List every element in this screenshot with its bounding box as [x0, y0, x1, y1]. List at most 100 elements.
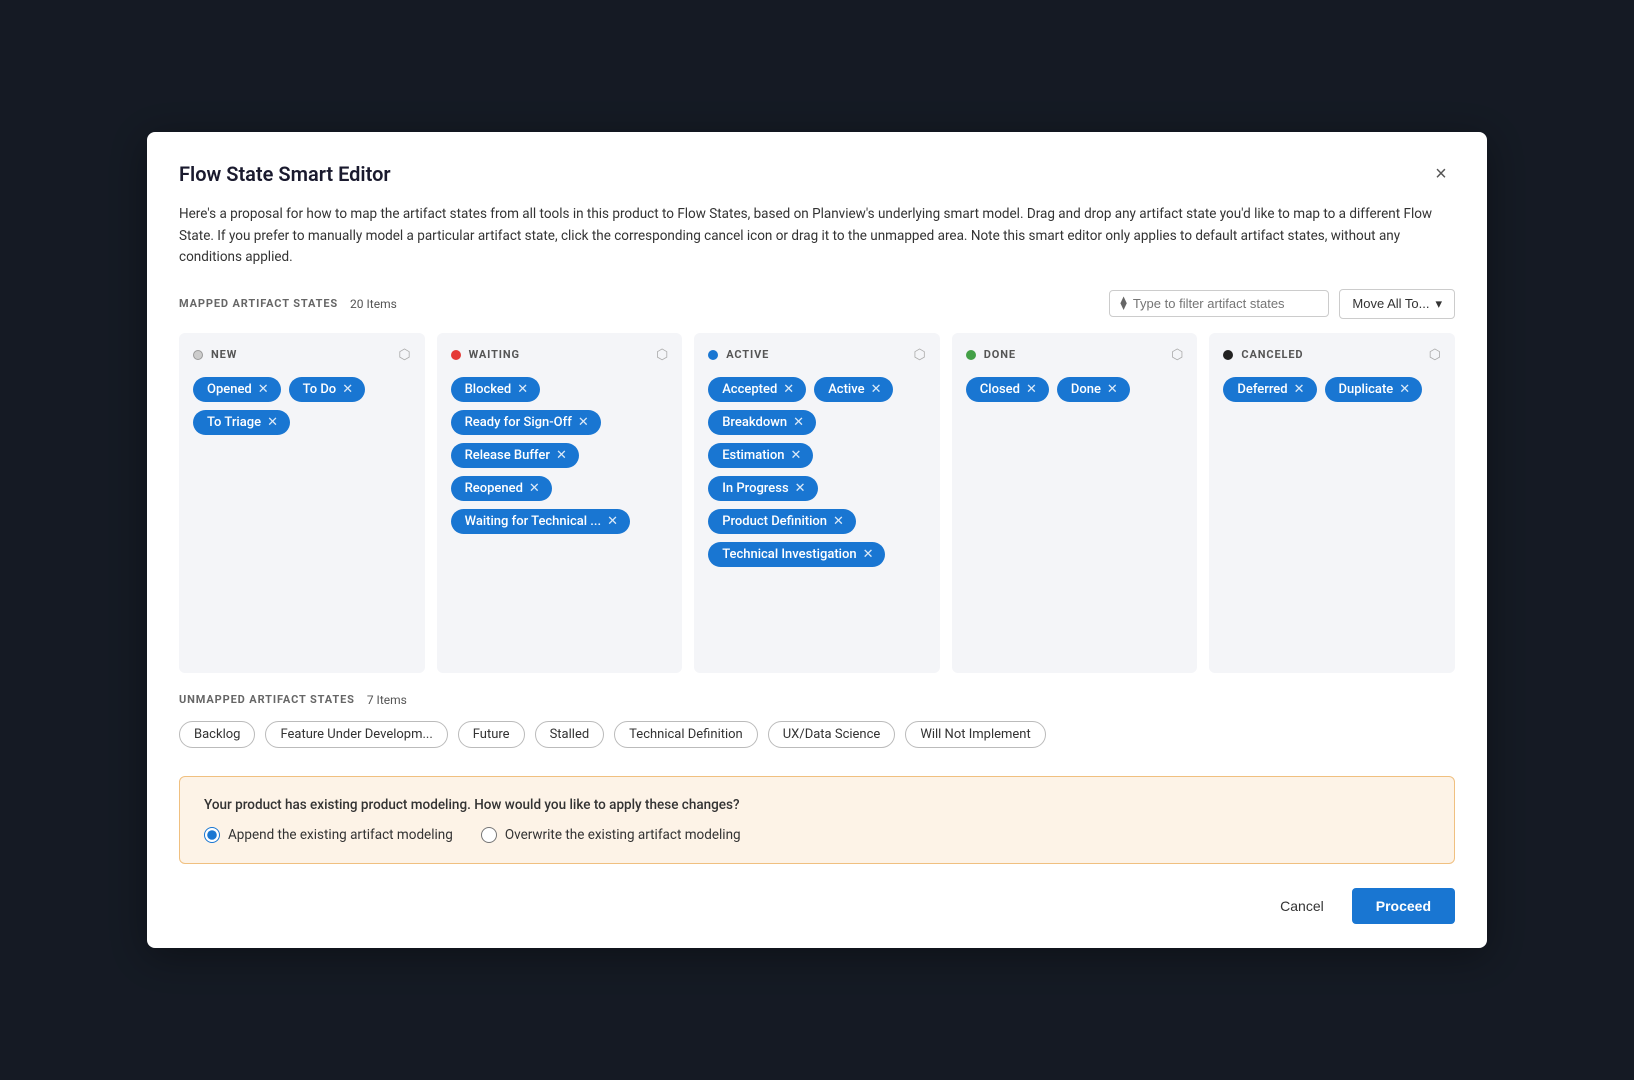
move-all-button[interactable]: Move All To... ▾ — [1339, 289, 1455, 319]
filter-input[interactable] — [1133, 296, 1319, 311]
modal-footer: Cancel Proceed — [179, 888, 1455, 924]
tag-remove-button[interactable]: ✕ — [795, 482, 806, 495]
unmapped-section: UNMAPPED ARTIFACT STATES 7 Items Backlog… — [179, 693, 1455, 748]
column-dot-new — [193, 350, 203, 360]
tag-remove-button[interactable]: ✕ — [863, 548, 874, 561]
column-icon-waiting[interactable]: ⬡ — [656, 347, 668, 363]
radio-option-append[interactable]: Append the existing artifact modeling — [204, 827, 453, 843]
column-header-new: NEW ⬡ — [193, 347, 411, 363]
modal-title: Flow State Smart Editor — [179, 162, 391, 186]
tag-item: Done ✕ — [1057, 377, 1130, 402]
tag-label: Opened — [207, 382, 252, 397]
column-header-canceled: CANCELED ⬡ — [1223, 347, 1441, 363]
unmapped-tags-container: Backlog Feature Under Developm... Future St… — [179, 721, 1455, 748]
unmapped-tag-label: Stalled — [550, 727, 590, 742]
mapped-section-header: MAPPED ARTIFACT STATES 20 Items ⧫ Move A… — [179, 289, 1455, 319]
tag-item: Product Definition ✕ — [708, 509, 856, 534]
mapped-section-count: 20 Items — [350, 297, 397, 311]
column-dot-done — [966, 350, 976, 360]
tag-remove-button[interactable]: ✕ — [1107, 383, 1118, 396]
tag-remove-button[interactable]: ✕ — [783, 383, 794, 396]
unmapped-section-label: UNMAPPED ARTIFACT STATES — [179, 693, 355, 706]
column-active: ACTIVE ⬡ Accepted ✕ Active ✕ Breakdown ✕… — [694, 333, 940, 673]
tag-remove-button[interactable]: ✕ — [267, 416, 278, 429]
notice-box: Your product has existing product modeli… — [179, 776, 1455, 864]
unmapped-tag-label: Feature Under Developm... — [280, 727, 432, 742]
modal-header: Flow State Smart Editor × — [179, 160, 1455, 188]
tag-label: Waiting for Technical ... — [465, 514, 602, 529]
radio-option-overwrite[interactable]: Overwrite the existing artifact modeling — [481, 827, 741, 843]
filter-input-wrapper[interactable]: ⧫ — [1109, 290, 1329, 317]
column-title-canceled: CANCELED — [1241, 348, 1420, 361]
tag-remove-button[interactable]: ✕ — [578, 416, 589, 429]
column-icon-new[interactable]: ⬡ — [398, 347, 410, 363]
modal-description: Here's a proposal for how to map the art… — [179, 204, 1455, 269]
tags-new: Opened ✕ To Do ✕ To Triage ✕ — [193, 377, 411, 435]
tag-remove-button[interactable]: ✕ — [607, 515, 618, 528]
tag-item: Opened ✕ — [193, 377, 281, 402]
tag-label: Estimation — [722, 448, 784, 463]
modal-overlay: Flow State Smart Editor × Here's a propo… — [0, 0, 1634, 1080]
column-dot-canceled — [1223, 350, 1233, 360]
column-icon-done[interactable]: ⬡ — [1171, 347, 1183, 363]
tag-item: To Do ✕ — [289, 377, 365, 402]
tag-remove-button[interactable]: ✕ — [790, 449, 801, 462]
tag-item: Technical Investigation ✕ — [708, 542, 885, 567]
tag-item: In Progress ✕ — [708, 476, 817, 501]
move-all-chevron: ▾ — [1435, 296, 1442, 312]
move-all-label: Move All To... — [1352, 296, 1429, 311]
unmapped-tag-label: Will Not Implement — [920, 727, 1030, 742]
tag-remove-button[interactable]: ✕ — [871, 383, 882, 396]
unmapped-tag-item: Feature Under Developm... — [265, 721, 447, 748]
unmapped-section-count: 7 Items — [367, 693, 407, 707]
tag-label: Closed — [980, 382, 1020, 397]
tag-label: To Triage — [207, 415, 261, 430]
tag-remove-button[interactable]: ✕ — [529, 482, 540, 495]
tag-item: Ready for Sign-Off ✕ — [451, 410, 601, 435]
tag-item: Reopened ✕ — [451, 476, 552, 501]
unmapped-tag-item: Stalled — [535, 721, 605, 748]
column-title-active: ACTIVE — [726, 348, 905, 361]
tag-item: Release Buffer ✕ — [451, 443, 579, 468]
proceed-button[interactable]: Proceed — [1352, 888, 1455, 924]
tag-remove-button[interactable]: ✕ — [258, 383, 269, 396]
column-title-done: DONE — [984, 348, 1163, 361]
notice-text: Your product has existing product modeli… — [204, 797, 1430, 813]
mapped-section-label: MAPPED ARTIFACT STATES — [179, 297, 338, 310]
tag-item: Closed ✕ — [966, 377, 1049, 402]
close-button[interactable]: × — [1427, 160, 1455, 188]
radio-overwrite[interactable] — [481, 827, 497, 843]
unmapped-tag-item: Future — [458, 721, 525, 748]
tag-item: Duplicate ✕ — [1325, 377, 1423, 402]
tag-remove-button[interactable]: ✕ — [793, 416, 804, 429]
column-dot-waiting — [451, 350, 461, 360]
cancel-button[interactable]: Cancel — [1264, 890, 1340, 922]
tag-label: Done — [1071, 382, 1101, 397]
tags-done: Closed ✕ Done ✕ — [966, 377, 1184, 402]
tag-remove-button[interactable]: ✕ — [556, 449, 567, 462]
column-icon-canceled[interactable]: ⬡ — [1429, 347, 1441, 363]
tag-remove-button[interactable]: ✕ — [1294, 383, 1305, 396]
radio-append[interactable] — [204, 827, 220, 843]
tag-remove-button[interactable]: ✕ — [833, 515, 844, 528]
unmapped-tag-item: Will Not Implement — [905, 721, 1045, 748]
radio-append-label: Append the existing artifact modeling — [228, 827, 453, 843]
column-title-new: NEW — [211, 348, 390, 361]
flow-state-editor-modal: Flow State Smart Editor × Here's a propo… — [147, 132, 1487, 948]
columns-container: NEW ⬡ Opened ✕ To Do ✕ To Triage ✕ WAITI… — [179, 333, 1455, 673]
unmapped-tag-item: Backlog — [179, 721, 255, 748]
column-title-waiting: WAITING — [469, 348, 648, 361]
tag-remove-button[interactable]: ✕ — [1026, 383, 1037, 396]
unmapped-tag-label: Backlog — [194, 727, 240, 742]
column-done: DONE ⬡ Closed ✕ Done ✕ — [952, 333, 1198, 673]
tag-label: Deferred — [1237, 382, 1287, 397]
tag-remove-button[interactable]: ✕ — [342, 383, 353, 396]
radio-group: Append the existing artifact modeling Ov… — [204, 827, 1430, 843]
tag-remove-button[interactable]: ✕ — [517, 383, 528, 396]
tag-remove-button[interactable]: ✕ — [1399, 383, 1410, 396]
unmapped-tag-label: Future — [473, 727, 510, 742]
tag-label: Active — [828, 382, 864, 397]
column-icon-active[interactable]: ⬡ — [914, 347, 926, 363]
tag-label: Breakdown — [722, 415, 787, 430]
tag-item: Blocked ✕ — [451, 377, 541, 402]
